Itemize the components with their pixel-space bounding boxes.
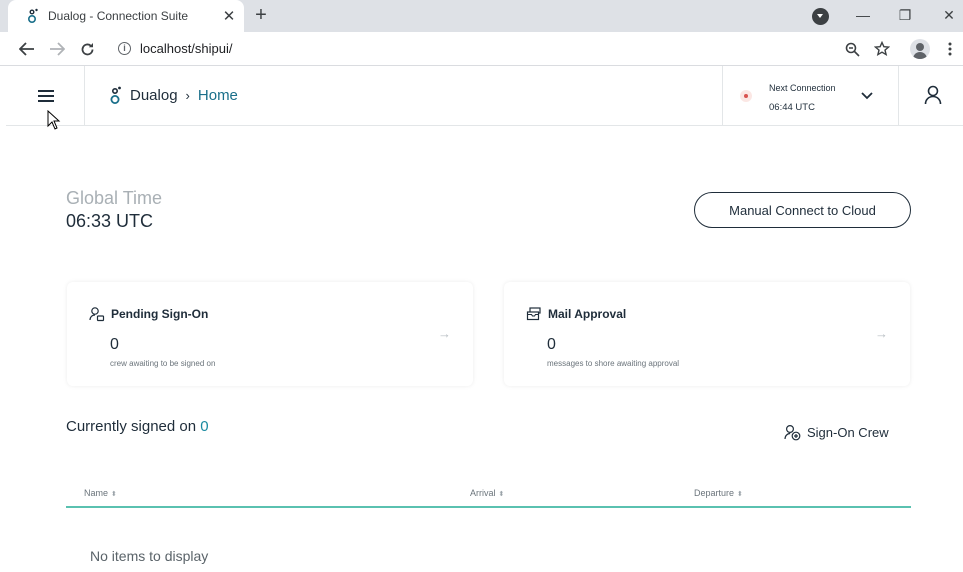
pending-sign-on-count: 0 bbox=[110, 336, 119, 353]
mail-approval-subtitle: messages to shore awaiting approval bbox=[547, 359, 680, 368]
column-name-label: Name bbox=[84, 488, 109, 498]
user-account-icon[interactable] bbox=[924, 85, 942, 105]
reload-icon bbox=[81, 42, 93, 55]
currently-signed-on-heading: Currently signed on 0 bbox=[66, 418, 209, 435]
tab-search-icon[interactable] bbox=[812, 8, 829, 25]
column-arrival-label: Arrival bbox=[470, 488, 496, 498]
mail-approval-count: 0 bbox=[547, 336, 556, 353]
back-button[interactable] bbox=[16, 38, 38, 60]
mail-approval-title: Mail Approval bbox=[548, 307, 627, 321]
sign-on-crew-label: Sign-On Crew bbox=[807, 425, 889, 440]
sort-icon: ⬍ bbox=[111, 491, 117, 498]
browser-tab-bar: Dualog - Connection Suite ✕ + — ❐ ✕ bbox=[0, 0, 963, 32]
profile-avatar-icon bbox=[910, 39, 930, 59]
pending-sign-on-subtitle: crew awaiting to be signed on bbox=[110, 359, 216, 368]
bookmark-button[interactable] bbox=[871, 38, 893, 60]
dualog-logo-icon bbox=[110, 86, 121, 104]
next-connection-time: 06:44 UTC bbox=[769, 102, 815, 113]
crew-table-header: Name ⬍ Arrival ⬍ Departure ⬍ bbox=[66, 484, 911, 508]
signed-on-count: 0 bbox=[200, 418, 209, 435]
column-header-departure[interactable]: Departure ⬍ bbox=[694, 488, 743, 498]
minimize-button[interactable]: — bbox=[851, 4, 875, 26]
arrow-right-icon[interactable]: → bbox=[875, 326, 888, 341]
profile-button[interactable] bbox=[909, 38, 931, 60]
chevron-down-icon[interactable] bbox=[861, 90, 873, 100]
mail-stack-icon bbox=[526, 307, 541, 321]
menu-button[interactable] bbox=[6, 66, 85, 125]
mail-approval-card[interactable]: Mail Approval 0 messages to shore awaiti… bbox=[504, 282, 910, 386]
address-bar: i localhost/shipui/ bbox=[0, 32, 963, 66]
url-text: localhost/shipui/ bbox=[140, 41, 233, 56]
empty-table-message: No items to display bbox=[90, 548, 209, 564]
tab-close-icon[interactable]: ✕ bbox=[214, 7, 244, 25]
forward-arrow-icon bbox=[50, 42, 65, 56]
sign-on-crew-button[interactable]: Sign-On Crew bbox=[784, 424, 889, 441]
dualog-favicon-icon bbox=[27, 8, 38, 24]
column-departure-label: Departure bbox=[694, 488, 735, 498]
more-vert-icon bbox=[948, 42, 952, 56]
column-header-name[interactable]: Name ⬍ bbox=[84, 488, 117, 498]
zoom-button[interactable] bbox=[841, 38, 863, 60]
breadcrumb-separator: › bbox=[185, 88, 190, 103]
card-title: Pending Sign-On bbox=[89, 306, 208, 322]
pending-sign-on-title: Pending Sign-On bbox=[111, 307, 209, 321]
zoom-out-icon bbox=[845, 42, 860, 57]
arrow-right-icon[interactable]: → bbox=[438, 326, 451, 341]
manual-connect-button[interactable]: Manual Connect to Cloud bbox=[694, 192, 911, 228]
breadcrumb-home: Home bbox=[197, 87, 238, 104]
forward-button[interactable] bbox=[46, 38, 68, 60]
star-icon bbox=[874, 41, 890, 57]
user-pending-icon bbox=[89, 307, 105, 322]
next-connection-panel[interactable]: Next Connection 06:44 UTC bbox=[722, 66, 899, 126]
breadcrumb-brand[interactable]: Dualog bbox=[130, 87, 178, 104]
global-time-value: 06:33 UTC bbox=[66, 211, 154, 231]
browser-tab[interactable]: Dualog - Connection Suite ✕ bbox=[8, 0, 244, 32]
add-user-icon bbox=[784, 424, 801, 441]
global-time-label: Global Time bbox=[66, 188, 163, 208]
pending-sign-on-card[interactable]: Pending Sign-On 0 crew awaiting to be si… bbox=[67, 282, 473, 386]
mouse-pointer-icon bbox=[47, 110, 61, 130]
restore-button[interactable]: ❐ bbox=[893, 4, 917, 26]
close-window-button[interactable]: ✕ bbox=[937, 4, 961, 26]
connection-status-dot bbox=[740, 90, 752, 102]
breadcrumb: Dualog › Home bbox=[110, 86, 238, 105]
tab-title: Dualog - Connection Suite bbox=[48, 9, 189, 23]
currently-signed-on-label: Currently signed on bbox=[66, 418, 197, 435]
card-title: Mail Approval bbox=[526, 306, 626, 322]
sort-icon: ⬍ bbox=[498, 491, 505, 498]
url-field[interactable]: i localhost/shipui/ bbox=[118, 41, 233, 56]
next-connection-label: Next Connection bbox=[769, 83, 836, 93]
sort-icon: ⬍ bbox=[737, 491, 743, 498]
site-info-icon[interactable]: i bbox=[118, 42, 131, 55]
new-tab-button[interactable]: + bbox=[251, 4, 271, 26]
browser-menu-button[interactable] bbox=[939, 38, 961, 60]
column-header-arrival[interactable]: Arrival ⬍ bbox=[470, 488, 504, 498]
hamburger-icon bbox=[38, 90, 54, 102]
reload-button[interactable] bbox=[76, 38, 98, 60]
back-arrow-icon bbox=[19, 42, 34, 56]
